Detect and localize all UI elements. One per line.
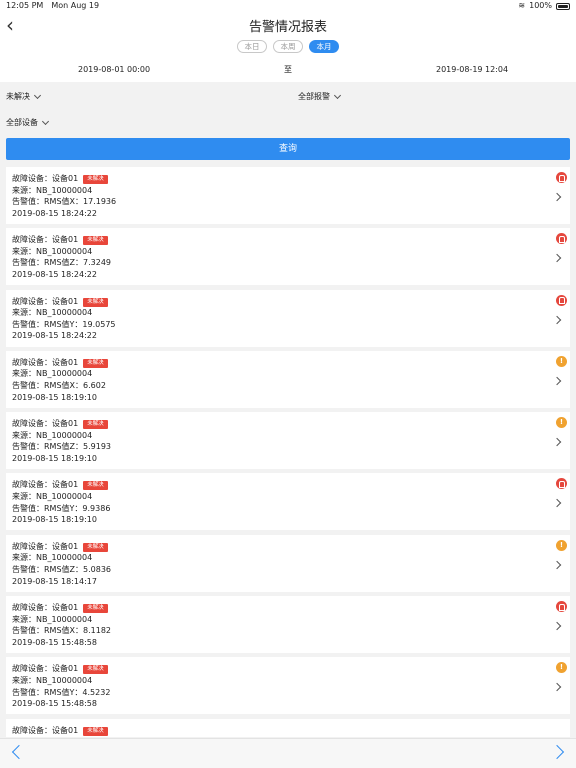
- alarm-card[interactable]: 故障设备：设备01 未解决 来源：NB_10000004 告警值：RMS值X：8.11…: [6, 596, 570, 654]
- status-time: 12:05 PM: [6, 1, 44, 10]
- alarm-device: 故障设备：设备01: [12, 174, 79, 183]
- alarm-time: 2019-08-15 18:19:10: [12, 515, 97, 525]
- status-badge: 未解决: [83, 358, 108, 368]
- alarm-source: 来源：NB_10000004: [12, 308, 93, 318]
- alarm-source: 来源：NB_10000004: [12, 430, 93, 440]
- next-page-icon[interactable]: [549, 744, 565, 760]
- status-dropdown-label: 未解决: [6, 92, 30, 101]
- wifi-icon: ≋: [518, 1, 526, 10]
- status-badge: 未解决: [83, 542, 108, 552]
- alarm-device: 故障设备：设备01: [12, 603, 79, 613]
- alarm-device: 故障设备：设备01: [12, 235, 79, 245]
- status-badge: 未解决: [83, 297, 108, 307]
- alarm-card[interactable]: 故障设备：设备01 未解决 来源：NB_10000004 告警值：RMS值Z：5.08…: [6, 534, 570, 592]
- chevron-down-icon: [41, 117, 50, 126]
- alarm-device: 故障设备：设备01: [12, 725, 79, 735]
- alarm-card[interactable]: 故障设备：设备01 未解决 来源：NB_10000004 告警值：RMS值X：6.60…: [6, 350, 570, 408]
- alarm-time: 2019-08-15 18:19:10: [12, 392, 97, 402]
- chevron-down-icon: [33, 91, 42, 100]
- alarm-card[interactable]: 故障设备：设备01 未解决 来源：NB_10000004 告警值：RMS值Y：9.93…: [6, 473, 570, 531]
- warning-icon: [556, 539, 567, 551]
- alarm-value: 告警值：RMS值Y：9.9386: [12, 503, 111, 513]
- alarm-source: 来源：NB_10000004: [12, 185, 93, 195]
- alarm-time: 2019-08-15 18:14:17: [12, 576, 97, 586]
- alarm-value: 告警值：RMS值Z：7.3249: [12, 258, 112, 268]
- alarm-time: 2019-08-15 15:48:58: [12, 699, 97, 709]
- tab-week[interactable]: 本周: [273, 40, 303, 53]
- alarm-value: 告警值：RMS值X：17.1936: [12, 197, 117, 207]
- period-tabs: 本日 本周 本月: [0, 40, 576, 58]
- alarm-type-dropdown-label: 全部报警: [298, 92, 330, 101]
- status-badge: 未解决: [83, 604, 108, 614]
- status-badge: 未解决: [83, 420, 108, 430]
- alarm-device: 故障设备：设备01: [12, 419, 79, 429]
- alarm-card[interactable]: 故障设备：设备01 未解决 来源：NB_10000004 告警值：RMS值Y：19.0…: [6, 289, 570, 347]
- alarm-device: 故障设备：设备01: [12, 480, 79, 490]
- alarm-time: 2019-08-15 15:48:58: [12, 637, 97, 647]
- battery-icon: [556, 2, 570, 10]
- tab-today[interactable]: 本日: [237, 40, 267, 53]
- alarm-bell-icon: [556, 294, 567, 306]
- start-date-picker[interactable]: 2019-08-01 00:00: [78, 58, 150, 82]
- alarm-value: 告警值：RMS值X：8.1182: [12, 626, 112, 636]
- status-badge: 未解决: [83, 481, 108, 491]
- tab-month[interactable]: 本月: [309, 40, 339, 53]
- alarm-source: 来源：NB_10000004: [12, 369, 93, 379]
- alarm-time: 2019-08-15 18:24:22: [12, 208, 97, 218]
- alarm-bell-icon: [556, 601, 567, 613]
- warning-icon: [556, 417, 567, 429]
- query-button[interactable]: 查询: [6, 138, 570, 160]
- chevron-down-icon: [333, 91, 342, 100]
- alarm-card[interactable]: 故障设备：设备01 未解决 来源：NB_10000004 告警值：RMS值Z：7.32…: [6, 228, 570, 286]
- alarm-device: 故障设备：设备01: [12, 664, 79, 674]
- alarm-time: 2019-08-15 18:24:22: [12, 331, 97, 341]
- status-bar: 12:05 PM Mon Aug 19 ≋ 100%: [0, 0, 576, 12]
- alarm-source: 来源：NB_10000004: [12, 246, 93, 256]
- alarm-card[interactable]: 故障设备：设备01 未解决 来源：NB_10000004 告警值：RMS值Z：5.91…: [6, 412, 570, 470]
- alarm-value: 告警值：RMS值X：6.602: [12, 381, 106, 391]
- alarm-value: 告警值：RMS值Z：5.9193: [12, 442, 112, 452]
- filter-row-1: 未解决 全部报警: [0, 86, 576, 108]
- status-badge: 未解决: [83, 726, 108, 736]
- alarm-source: 来源：NB_10000004: [12, 614, 93, 624]
- battery-percent: 100%: [529, 1, 552, 10]
- date-separator: 至: [284, 65, 292, 74]
- alarm-device: 故障设备：设备01: [12, 357, 79, 367]
- status-dropdown[interactable]: 未解决: [6, 86, 42, 108]
- alarm-value: 告警值：RMS值Y：19.0575: [12, 319, 116, 329]
- bottom-toolbar: [0, 738, 576, 768]
- nav-bar: ‹ 告警情况报表: [0, 12, 576, 40]
- alarm-value: 告警值：RMS值Y：4.5232: [12, 687, 111, 697]
- alarm-card[interactable]: 故障设备：设备01 未解决 来源：NB_10000004 告警值：RMS值Y：4.52…: [6, 657, 570, 715]
- warning-icon: [556, 662, 567, 674]
- status-date: Mon Aug 19: [51, 1, 100, 10]
- alarm-device: 故障设备：设备01: [12, 541, 79, 551]
- alarm-type-dropdown[interactable]: 全部报警: [298, 86, 342, 108]
- alarm-source: 来源：NB_10000004: [12, 553, 93, 563]
- previous-page-icon[interactable]: [11, 744, 27, 760]
- filter-row-2: 全部设备: [0, 112, 576, 134]
- device-dropdown-label: 全部设备: [6, 118, 38, 127]
- alarm-value: 告警值：RMS值Z：5.0836: [12, 564, 112, 574]
- date-range: 2019-08-01 00:00 至 2019-08-19 12:04: [0, 58, 576, 82]
- page-title: 告警情况报表: [248, 20, 327, 35]
- status-badge: 未解决: [83, 175, 108, 184]
- alarm-card[interactable]: 故障设备：设备01 未解决: [6, 718, 570, 737]
- alarm-bell-icon: [556, 172, 567, 183]
- alarm-card[interactable]: 故障设备：设备01 未解决 来源：NB_10000004 告警值：RMS值X：17.1…: [6, 167, 570, 224]
- device-dropdown[interactable]: 全部设备: [6, 112, 50, 134]
- alarm-time: 2019-08-15 18:19:10: [12, 453, 97, 463]
- status-badge: 未解决: [83, 665, 108, 675]
- alarm-device: 故障设备：设备01: [12, 296, 79, 306]
- warning-icon: [556, 355, 567, 367]
- alarm-time: 2019-08-15 18:24:22: [12, 270, 97, 280]
- alarm-list[interactable]: 故障设备：设备01 未解决 来源：NB_10000004 告警值：RMS值X：17.1…: [6, 167, 570, 737]
- alarm-source: 来源：NB_10000004: [12, 492, 93, 502]
- end-date-picker[interactable]: 2019-08-19 12:04: [436, 58, 508, 82]
- alarm-source: 来源：NB_10000004: [12, 675, 93, 685]
- status-badge: 未解决: [83, 236, 108, 246]
